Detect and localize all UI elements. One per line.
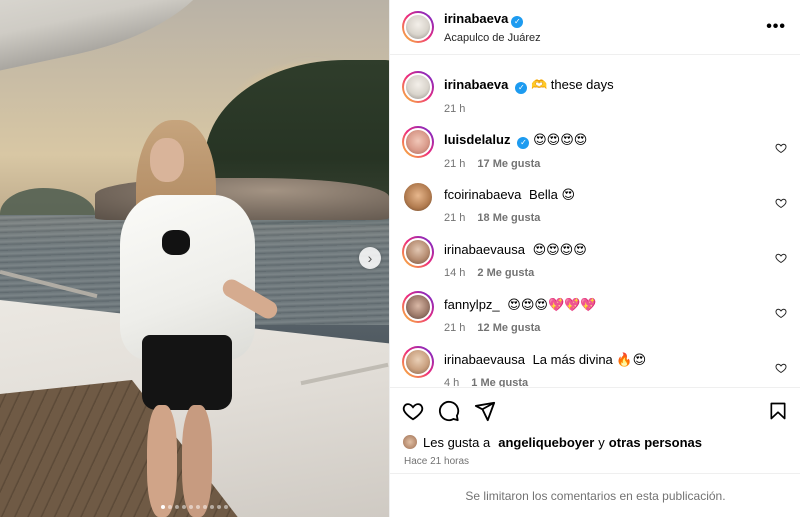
comment-item: irinabaevausa La más divina 🔥😍 4 h 1 Me g…	[402, 344, 788, 387]
heart-icon[interactable]	[402, 400, 424, 422]
verified-badge-icon: ✓	[515, 82, 528, 94]
heart-icon[interactable]	[774, 142, 788, 154]
commenter-username[interactable]: irinabaevausa	[444, 352, 525, 367]
commenter-username[interactable]: luisdelaluz	[444, 132, 510, 147]
liker-avatar[interactable]	[402, 434, 418, 450]
comments-list[interactable]: irinabaeva ✓ 🫶 these days 21 h luisdelalu…	[390, 55, 800, 387]
carousel-dot	[224, 505, 228, 509]
commenter-avatar[interactable]	[402, 126, 434, 158]
author-avatar[interactable]	[402, 11, 434, 43]
comment-text: 😍😍😍😍	[533, 132, 588, 147]
comment-item: irinabaevausa 😍😍😍😍 14 h 2 Me gusta	[402, 234, 788, 289]
commenter-avatar[interactable]	[402, 181, 434, 213]
comment-time: 21 h	[444, 212, 466, 224]
action-bar	[402, 396, 788, 426]
commenter-avatar[interactable]	[402, 236, 434, 268]
woman-figure	[112, 120, 281, 517]
comment-text: 😍😍😍💖💖💖	[507, 297, 597, 312]
post-photo[interactable]: ›	[0, 0, 389, 517]
post-header: irinabaeva ✓ Acapulco de Juárez •••	[390, 0, 800, 55]
carousel-dot	[168, 505, 172, 509]
commenter-avatar[interactable]	[402, 291, 434, 323]
carousel-dot	[217, 505, 221, 509]
comment-likes[interactable]: 1 Me gusta	[471, 377, 528, 387]
comment-time: 14 h	[444, 267, 466, 279]
liked-by-summary: Les gusta a angeliqueboyer y otras perso…	[402, 434, 788, 450]
commenter-username[interactable]: fcoirinabaeva	[444, 187, 521, 202]
comment-text: La más divina 🔥😍	[532, 352, 647, 367]
comment-time: 21 h	[444, 322, 466, 334]
comments-limited-notice: Se limitaron los comentarios en esta pub…	[390, 473, 800, 517]
heart-icon[interactable]	[774, 307, 788, 319]
caption-text: 🫶 these days	[530, 77, 614, 92]
carousel-dot	[210, 505, 214, 509]
liker-username[interactable]: angeliqueboyer	[498, 435, 594, 450]
comment-time: 4 h	[444, 377, 460, 387]
other-likers-link[interactable]: otras personas	[609, 435, 702, 450]
caption-username[interactable]: irinabaeva	[444, 77, 508, 92]
distant-hill	[0, 188, 95, 216]
comment-time: 21 h	[444, 158, 466, 170]
verified-badge-icon: ✓	[517, 137, 530, 149]
post-caption: irinabaeva ✓ 🫶 these days 21 h	[402, 69, 788, 124]
comment-text: 😍😍😍😍	[532, 242, 587, 257]
caption-time: 21 h	[444, 103, 466, 115]
post-location[interactable]: Acapulco de Juárez	[444, 32, 766, 44]
likes-prefix: Les gusta a	[423, 434, 491, 450]
comment-icon[interactable]	[438, 400, 460, 422]
comment-text: Bella 😍	[528, 187, 576, 202]
post-side-panel: irinabaeva ✓ Acapulco de Juárez ••• irina…	[389, 0, 800, 517]
author-username[interactable]: irinabaeva	[444, 11, 508, 26]
comment-item: fannylpz_ 😍😍😍💖💖💖 21 h 12 Me gusta	[402, 289, 788, 344]
carousel-dot	[196, 505, 200, 509]
comment-likes[interactable]: 17 Me gusta	[477, 158, 540, 170]
heart-icon[interactable]	[774, 252, 788, 264]
heart-icon[interactable]	[774, 197, 788, 209]
boat-roof	[0, 0, 230, 76]
verified-badge-icon: ✓	[511, 16, 524, 28]
instagram-post: › irinabaeva ✓ Acapulco de Juárez ••• iri…	[0, 0, 800, 517]
commenter-username[interactable]: irinabaevausa	[444, 242, 525, 257]
bookmark-icon[interactable]	[768, 401, 788, 421]
share-icon[interactable]	[474, 400, 496, 422]
comment-likes[interactable]: 2 Me gusta	[477, 267, 534, 279]
post-timestamp[interactable]: Hace 21 horas	[404, 456, 788, 467]
carousel-dot	[175, 505, 179, 509]
carousel-dot	[182, 505, 186, 509]
carousel-dot	[203, 505, 207, 509]
caption-avatar[interactable]	[402, 71, 434, 103]
commenter-username[interactable]: fannylpz_	[444, 297, 500, 312]
commenter-avatar[interactable]	[402, 346, 434, 378]
heart-icon[interactable]	[774, 362, 788, 374]
likes-joiner: y	[598, 434, 605, 450]
comment-item: fcoirinabaeva Bella 😍 21 h 18 Me gusta	[402, 179, 788, 234]
carousel-dot	[161, 505, 165, 509]
chevron-right-icon: ›	[367, 250, 373, 266]
carousel-dot	[189, 505, 193, 509]
carousel-next-button[interactable]: ›	[359, 247, 381, 269]
carousel-dots	[0, 505, 389, 509]
comment-likes[interactable]: 18 Me gusta	[477, 212, 540, 224]
comment-likes[interactable]: 12 Me gusta	[477, 322, 540, 334]
more-options-icon[interactable]: •••	[766, 18, 786, 36]
comment-item: luisdelaluz ✓ 😍😍😍😍 21 h 17 Me gusta	[402, 124, 788, 179]
